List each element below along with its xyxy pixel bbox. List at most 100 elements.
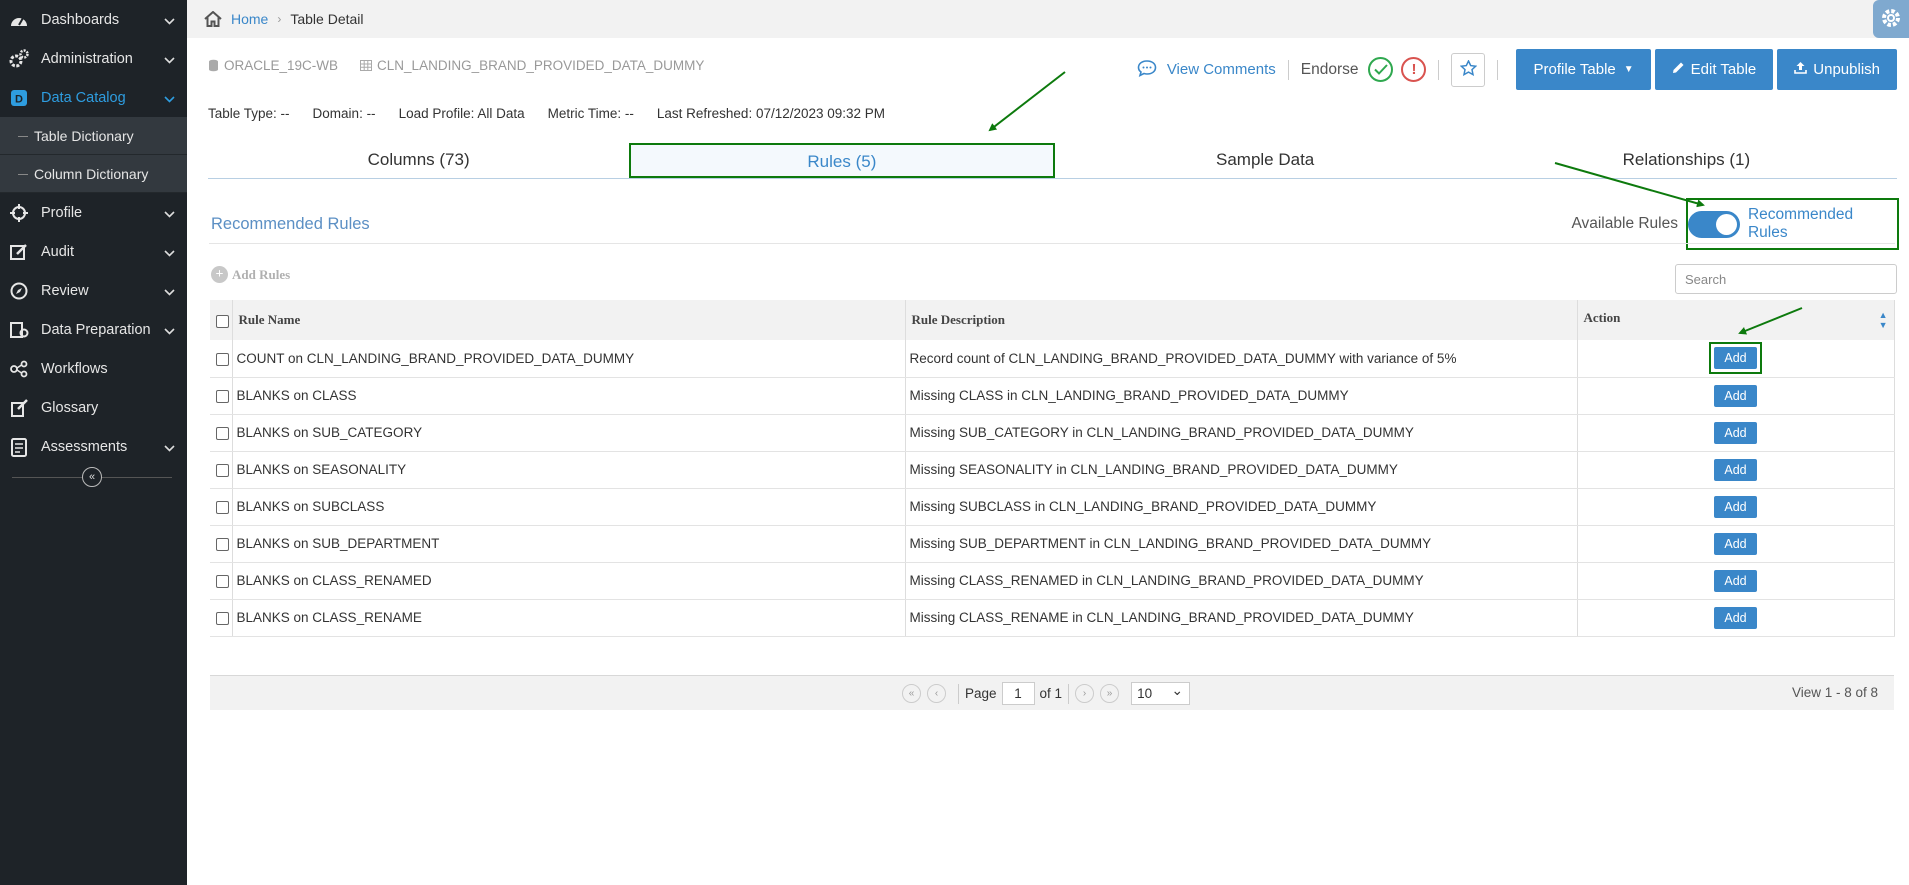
- row-checkbox-cell: [210, 377, 233, 415]
- row-checkbox[interactable]: [216, 500, 229, 514]
- row-checkbox-cell: [210, 488, 233, 526]
- add-rule-button[interactable]: Add: [1714, 384, 1757, 407]
- tab-sample-data[interactable]: Sample Data: [1055, 143, 1476, 178]
- action-cell: Add: [1577, 562, 1895, 600]
- sidebar-item-data-preparation[interactable]: Data Preparation: [0, 310, 187, 349]
- page-number-input[interactable]: 1: [1001, 682, 1035, 705]
- sidebar-item-profile[interactable]: Profile: [0, 193, 187, 232]
- table-metadata: Table Type: -- Domain: -- Load Profile: …: [208, 106, 908, 121]
- first-page-button[interactable]: «: [902, 684, 921, 703]
- action-cell: Add: [1577, 377, 1895, 415]
- sidebar-item-workflows[interactable]: Workflows: [0, 349, 187, 388]
- rule-name: BLANKS on SUB_CATEGORY: [232, 414, 906, 452]
- gears-icon: [8, 48, 30, 70]
- sidebar-item-data-catalog[interactable]: D Data Catalog: [0, 78, 187, 117]
- rule-description: Missing CLASS_RENAMED in CLN_LANDING_BRA…: [905, 562, 1578, 600]
- sort-icon[interactable]: ▲ ▼: [1879, 310, 1888, 330]
- rule-name: BLANKS on CLASS: [232, 377, 906, 415]
- crosshair-icon: [8, 202, 30, 224]
- sidebar-item-administration[interactable]: Administration: [0, 39, 187, 78]
- action-cell: Add: [1577, 340, 1895, 378]
- recommended-rules-label: Recommended Rules: [1747, 206, 1854, 241]
- chevron-right-icon: ›: [277, 12, 282, 26]
- add-rule-button[interactable]: Add: [1714, 569, 1757, 592]
- endorse-approve-button[interactable]: [1368, 57, 1394, 82]
- rule-name: COUNT on CLN_LANDING_BRAND_PROVIDED_DATA…: [232, 340, 906, 378]
- table-domain: Domain: --: [312, 106, 376, 121]
- prev-page-button[interactable]: ‹: [927, 684, 946, 703]
- rule-name: BLANKS on CLASS_RENAMED: [232, 562, 906, 600]
- header-action[interactable]: Action ▲ ▼: [1577, 300, 1895, 340]
- row-checkbox[interactable]: [216, 611, 229, 625]
- edit-table-label: Edit Table: [1690, 61, 1757, 78]
- double-chevron-left-icon: «: [908, 688, 915, 699]
- last-refreshed: Last Refreshed: 07/12/2023 09:32 PM: [656, 106, 886, 121]
- add-rule-button[interactable]: Add: [1714, 421, 1757, 444]
- tab-relationships[interactable]: Relationships (1): [1476, 143, 1897, 178]
- rule-name: BLANKS on SUBCLASS: [232, 488, 906, 526]
- sidebar-item-glossary[interactable]: Glossary: [0, 388, 187, 427]
- home-icon[interactable]: [204, 11, 222, 27]
- add-rule-button[interactable]: Add: [1714, 606, 1757, 629]
- row-checkbox-cell: [210, 414, 233, 452]
- collapse-sidebar-button[interactable]: «: [82, 467, 102, 487]
- profile-table-button[interactable]: Profile Table ▼: [1516, 49, 1651, 90]
- sidebar-item-audit[interactable]: Audit: [0, 232, 187, 271]
- sidebar-subitem-column-dictionary[interactable]: Column Dictionary: [0, 155, 187, 193]
- sidebar-item-review[interactable]: Review: [0, 271, 187, 310]
- table-row: BLANKS on CLASS_RENAMED Missing CLASS_RE…: [210, 562, 1895, 600]
- favorite-button[interactable]: [1451, 52, 1486, 87]
- header-rule-description[interactable]: Rule Description: [905, 300, 1578, 340]
- header-rule-name[interactable]: Rule Name: [232, 300, 906, 340]
- page-size-select[interactable]: 10: [1131, 680, 1191, 705]
- table-name: CLN_LANDING_BRAND_PROVIDED_DATA_DUMMY: [377, 58, 705, 73]
- row-checkbox[interactable]: [216, 537, 229, 551]
- row-checkbox-cell: [210, 525, 233, 563]
- divider: [1497, 59, 1499, 80]
- row-checkbox[interactable]: [216, 426, 229, 440]
- table-header-row: Rule Name Rule Description Action ▲ ▼: [210, 300, 1895, 340]
- action-cell: Add: [1577, 414, 1895, 452]
- add-rule-button[interactable]: Add: [1714, 458, 1757, 481]
- search-input[interactable]: [1675, 264, 1897, 294]
- sidebar-subitem-table-dictionary[interactable]: Table Dictionary: [0, 117, 187, 155]
- add-rule-button[interactable]: Add: [1714, 347, 1757, 370]
- row-checkbox[interactable]: [216, 463, 229, 477]
- divider: [1287, 59, 1289, 80]
- sidebar-collapse: «: [12, 466, 172, 488]
- profile-table-label: Profile Table: [1533, 61, 1616, 78]
- row-checkbox-cell: [210, 340, 233, 378]
- chevron-down-icon: [164, 206, 175, 222]
- action-cell: Add: [1577, 525, 1895, 563]
- table-row: BLANKS on SUB_DEPARTMENT Missing SUB_DEP…: [210, 525, 1895, 563]
- star-icon: [1459, 59, 1478, 79]
- add-rules-button[interactable]: + Add Rules: [211, 266, 290, 283]
- sidebar-item-label: Assessments: [41, 438, 128, 455]
- select-all-checkbox[interactable]: [216, 314, 229, 328]
- rule-name: BLANKS on SEASONALITY: [232, 451, 906, 489]
- rules-mode-toggle[interactable]: [1688, 210, 1740, 238]
- unpublish-button[interactable]: Unpublish: [1777, 49, 1897, 90]
- chevron-down-icon: [164, 284, 175, 300]
- settings-gear-button[interactable]: [1873, 0, 1909, 38]
- row-checkbox[interactable]: [216, 389, 229, 403]
- sidebar-item-assessments[interactable]: Assessments: [0, 427, 187, 466]
- chevron-down-icon: [164, 13, 175, 29]
- add-rule-button[interactable]: Add: [1714, 495, 1757, 518]
- table-actions: View Comments Endorse ! Profile Table ▼ E…: [1137, 49, 1897, 90]
- view-comments-link[interactable]: View Comments: [1137, 59, 1276, 81]
- tab-rules[interactable]: Rules (5): [629, 143, 1055, 178]
- breadcrumb-home-link[interactable]: Home: [231, 11, 268, 27]
- rule-name: BLANKS on CLASS_RENAME: [232, 599, 906, 637]
- endorse-warning-button[interactable]: !: [1401, 57, 1427, 82]
- table-row: BLANKS on SEASONALITY Missing SEASONALIT…: [210, 451, 1895, 489]
- sidebar-item-dashboards[interactable]: Dashboards: [0, 0, 187, 39]
- last-page-button[interactable]: »: [1100, 684, 1120, 703]
- add-rule-button[interactable]: Add: [1714, 532, 1757, 555]
- tab-columns[interactable]: Columns (73): [208, 143, 629, 178]
- next-page-button[interactable]: ›: [1075, 684, 1095, 703]
- row-checkbox[interactable]: [216, 352, 229, 366]
- edit-table-button[interactable]: Edit Table: [1654, 49, 1774, 90]
- rule-description: Missing SEASONALITY in CLN_LANDING_BRAND…: [905, 451, 1578, 489]
- row-checkbox[interactable]: [216, 574, 229, 588]
